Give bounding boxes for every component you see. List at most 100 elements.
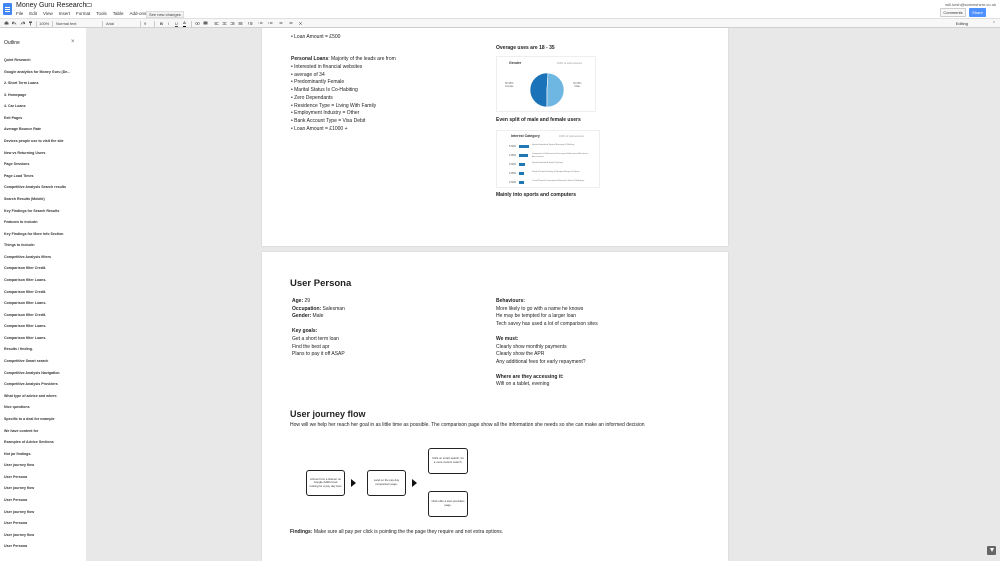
menu-file[interactable]: File bbox=[16, 10, 23, 18]
bulleted-list-icon[interactable] bbox=[268, 21, 273, 26]
outline-item[interactable]: Comparison filter Loans. bbox=[4, 301, 84, 313]
font-size-select[interactable]: 9 bbox=[144, 20, 146, 27]
outline-sidebar: Outline × Quint Research Google analytics… bbox=[0, 28, 86, 561]
outline-item[interactable]: Competitive Analysis Search results bbox=[4, 185, 84, 197]
underline-button[interactable]: U bbox=[175, 20, 178, 27]
star-icon[interactable]: ☆ bbox=[73, 2, 78, 9]
outline-item[interactable]: Page Sessions bbox=[4, 162, 84, 174]
outline-item[interactable]: Features to include: bbox=[4, 220, 84, 232]
undo-icon[interactable] bbox=[12, 21, 17, 26]
outline-item[interactable]: Key Findings for Search Results bbox=[4, 209, 84, 221]
clear-formatting-icon[interactable] bbox=[298, 21, 303, 26]
bullet-item: • Marital Status Is Co-Habiting bbox=[291, 87, 358, 94]
outline-item[interactable]: Comparison filter Loans. bbox=[4, 336, 84, 348]
outline-item[interactable]: Comparison filter Loans. bbox=[4, 278, 84, 290]
outline-item[interactable]: Nice questions bbox=[4, 405, 84, 417]
scroll-down-button[interactable] bbox=[987, 546, 996, 555]
font-select[interactable]: Arial bbox=[106, 20, 114, 27]
outline-item[interactable]: Comparison filter Credit. bbox=[4, 313, 84, 325]
menu-tools[interactable]: Tools bbox=[96, 10, 107, 18]
style-select[interactable]: Normal text bbox=[56, 20, 76, 27]
outline-item[interactable]: Key Findings for More Info Section bbox=[4, 232, 84, 244]
we-must-heading: We must: bbox=[496, 335, 519, 342]
outline-item[interactable]: User journey flow bbox=[4, 486, 84, 498]
outline-item[interactable]: Examples of Advice Sections bbox=[4, 440, 84, 452]
outline-list: Quint Research Google analytics for Money… bbox=[4, 58, 84, 556]
numbered-list-icon[interactable] bbox=[258, 21, 263, 26]
redo-icon[interactable] bbox=[20, 21, 25, 26]
outline-item[interactable]: Competitive Smart search bbox=[4, 359, 84, 371]
flow-arrow bbox=[412, 479, 417, 487]
outline-item[interactable]: Google analytics for Money Guru (De... bbox=[4, 70, 84, 82]
outline-item[interactable]: User journey flow bbox=[4, 533, 84, 545]
outline-item[interactable]: What type of advice and where. bbox=[4, 394, 84, 406]
journey-intro: How will we help her reach her goal in a… bbox=[290, 422, 645, 428]
outline-item[interactable]: 4. Car Loans bbox=[4, 104, 84, 116]
comment-icon[interactable] bbox=[203, 21, 208, 26]
justify-icon[interactable] bbox=[238, 21, 243, 26]
zoom-select[interactable]: 100% bbox=[39, 20, 49, 27]
outline-item[interactable]: User Persona bbox=[4, 475, 84, 487]
outline-item[interactable]: User Persona bbox=[4, 498, 84, 510]
docs-logo-icon[interactable] bbox=[3, 3, 12, 15]
text-color-button[interactable]: A bbox=[183, 20, 186, 27]
menu-add-ons[interactable]: Add-ons bbox=[130, 10, 147, 18]
bullet-item: • Interested in financial websites bbox=[291, 64, 363, 70]
outline-item[interactable]: User journey flow bbox=[4, 510, 84, 522]
outline-item[interactable]: Results / finding. bbox=[4, 347, 84, 359]
outline-item[interactable]: New vs Returning Users bbox=[4, 151, 84, 163]
menu-edit[interactable]: Edit bbox=[29, 10, 37, 18]
paint-format-icon[interactable] bbox=[28, 21, 33, 26]
outline-item[interactable]: Things to include: bbox=[4, 243, 84, 255]
outline-item[interactable]: 2. Short Term Loans bbox=[4, 81, 84, 93]
bullet-item: • Bank Account Type = Visa Debit bbox=[291, 117, 366, 124]
outline-item[interactable]: User Persona bbox=[4, 544, 84, 556]
bold-button[interactable]: B bbox=[160, 20, 163, 27]
outline-item[interactable]: Average Bounce Rate bbox=[4, 127, 84, 139]
collapse-menu-icon[interactable]: ⌃ bbox=[992, 21, 996, 27]
menu-format[interactable]: Format bbox=[76, 10, 90, 18]
outline-item[interactable]: Quint Research bbox=[4, 58, 84, 70]
outline-item[interactable]: Specific to a deal for example bbox=[4, 417, 84, 429]
menu-insert[interactable]: Insert bbox=[59, 10, 70, 18]
menu-view[interactable]: View bbox=[43, 10, 53, 18]
close-icon[interactable]: × bbox=[71, 39, 75, 45]
align-left-icon[interactable] bbox=[214, 21, 219, 26]
outline-item[interactable]: Devices people use to visit the site bbox=[4, 139, 84, 151]
user-email[interactable]: will.lorsh@somewhere.co.uk bbox=[945, 2, 996, 7]
menu-table[interactable]: Table bbox=[113, 10, 124, 18]
outline-item[interactable]: Search Results (Mobile) bbox=[4, 197, 84, 209]
outline-item[interactable]: Exit Pages bbox=[4, 116, 84, 128]
outline-item[interactable]: User Persona bbox=[4, 521, 84, 533]
outline-item[interactable]: User journey flow bbox=[4, 463, 84, 475]
outline-item[interactable]: Competitive Analysis Navigation bbox=[4, 371, 84, 383]
folder-icon[interactable] bbox=[86, 3, 92, 7]
decrease-indent-icon[interactable] bbox=[278, 21, 283, 26]
outline-item[interactable]: Competitive Analysis filters bbox=[4, 255, 84, 267]
editing-mode-select[interactable]: Editing bbox=[956, 20, 968, 27]
comments-button[interactable]: Comments bbox=[940, 8, 966, 17]
align-center-icon[interactable] bbox=[222, 21, 227, 26]
findings-text: Make sure all pay per click is pointing … bbox=[312, 529, 504, 535]
see-new-changes-button[interactable]: See new changes bbox=[146, 11, 184, 18]
outline-item[interactable]: Comparison filter Credit. bbox=[4, 266, 84, 278]
toolbar-separator bbox=[140, 21, 141, 27]
outline-item[interactable]: Comparison filter Loans. bbox=[4, 324, 84, 336]
print-icon[interactable] bbox=[4, 21, 9, 26]
outline-item[interactable]: 3. Homepage bbox=[4, 93, 84, 105]
share-button[interactable]: Share bbox=[969, 8, 986, 17]
personal-loans-heading: Personal Loans bbox=[291, 56, 329, 62]
findings-label: Findings: bbox=[290, 529, 313, 535]
line-spacing-icon[interactable] bbox=[248, 21, 253, 26]
outline-item[interactable]: Page Load Times bbox=[4, 174, 84, 186]
link-icon[interactable] bbox=[195, 21, 200, 26]
outline-item[interactable]: We have content for bbox=[4, 429, 84, 441]
key-goals-heading: Key goals: bbox=[292, 328, 318, 335]
outline-item[interactable]: Competitive Analysis Providers bbox=[4, 382, 84, 394]
increase-indent-icon[interactable] bbox=[288, 21, 293, 26]
italic-button[interactable]: I bbox=[168, 20, 169, 27]
outline-item[interactable]: Hot jar findings. bbox=[4, 452, 84, 464]
occupation-label: Occupation: bbox=[292, 305, 322, 312]
align-right-icon[interactable] bbox=[230, 21, 235, 26]
outline-item[interactable]: Comparison filter Credit. bbox=[4, 290, 84, 302]
